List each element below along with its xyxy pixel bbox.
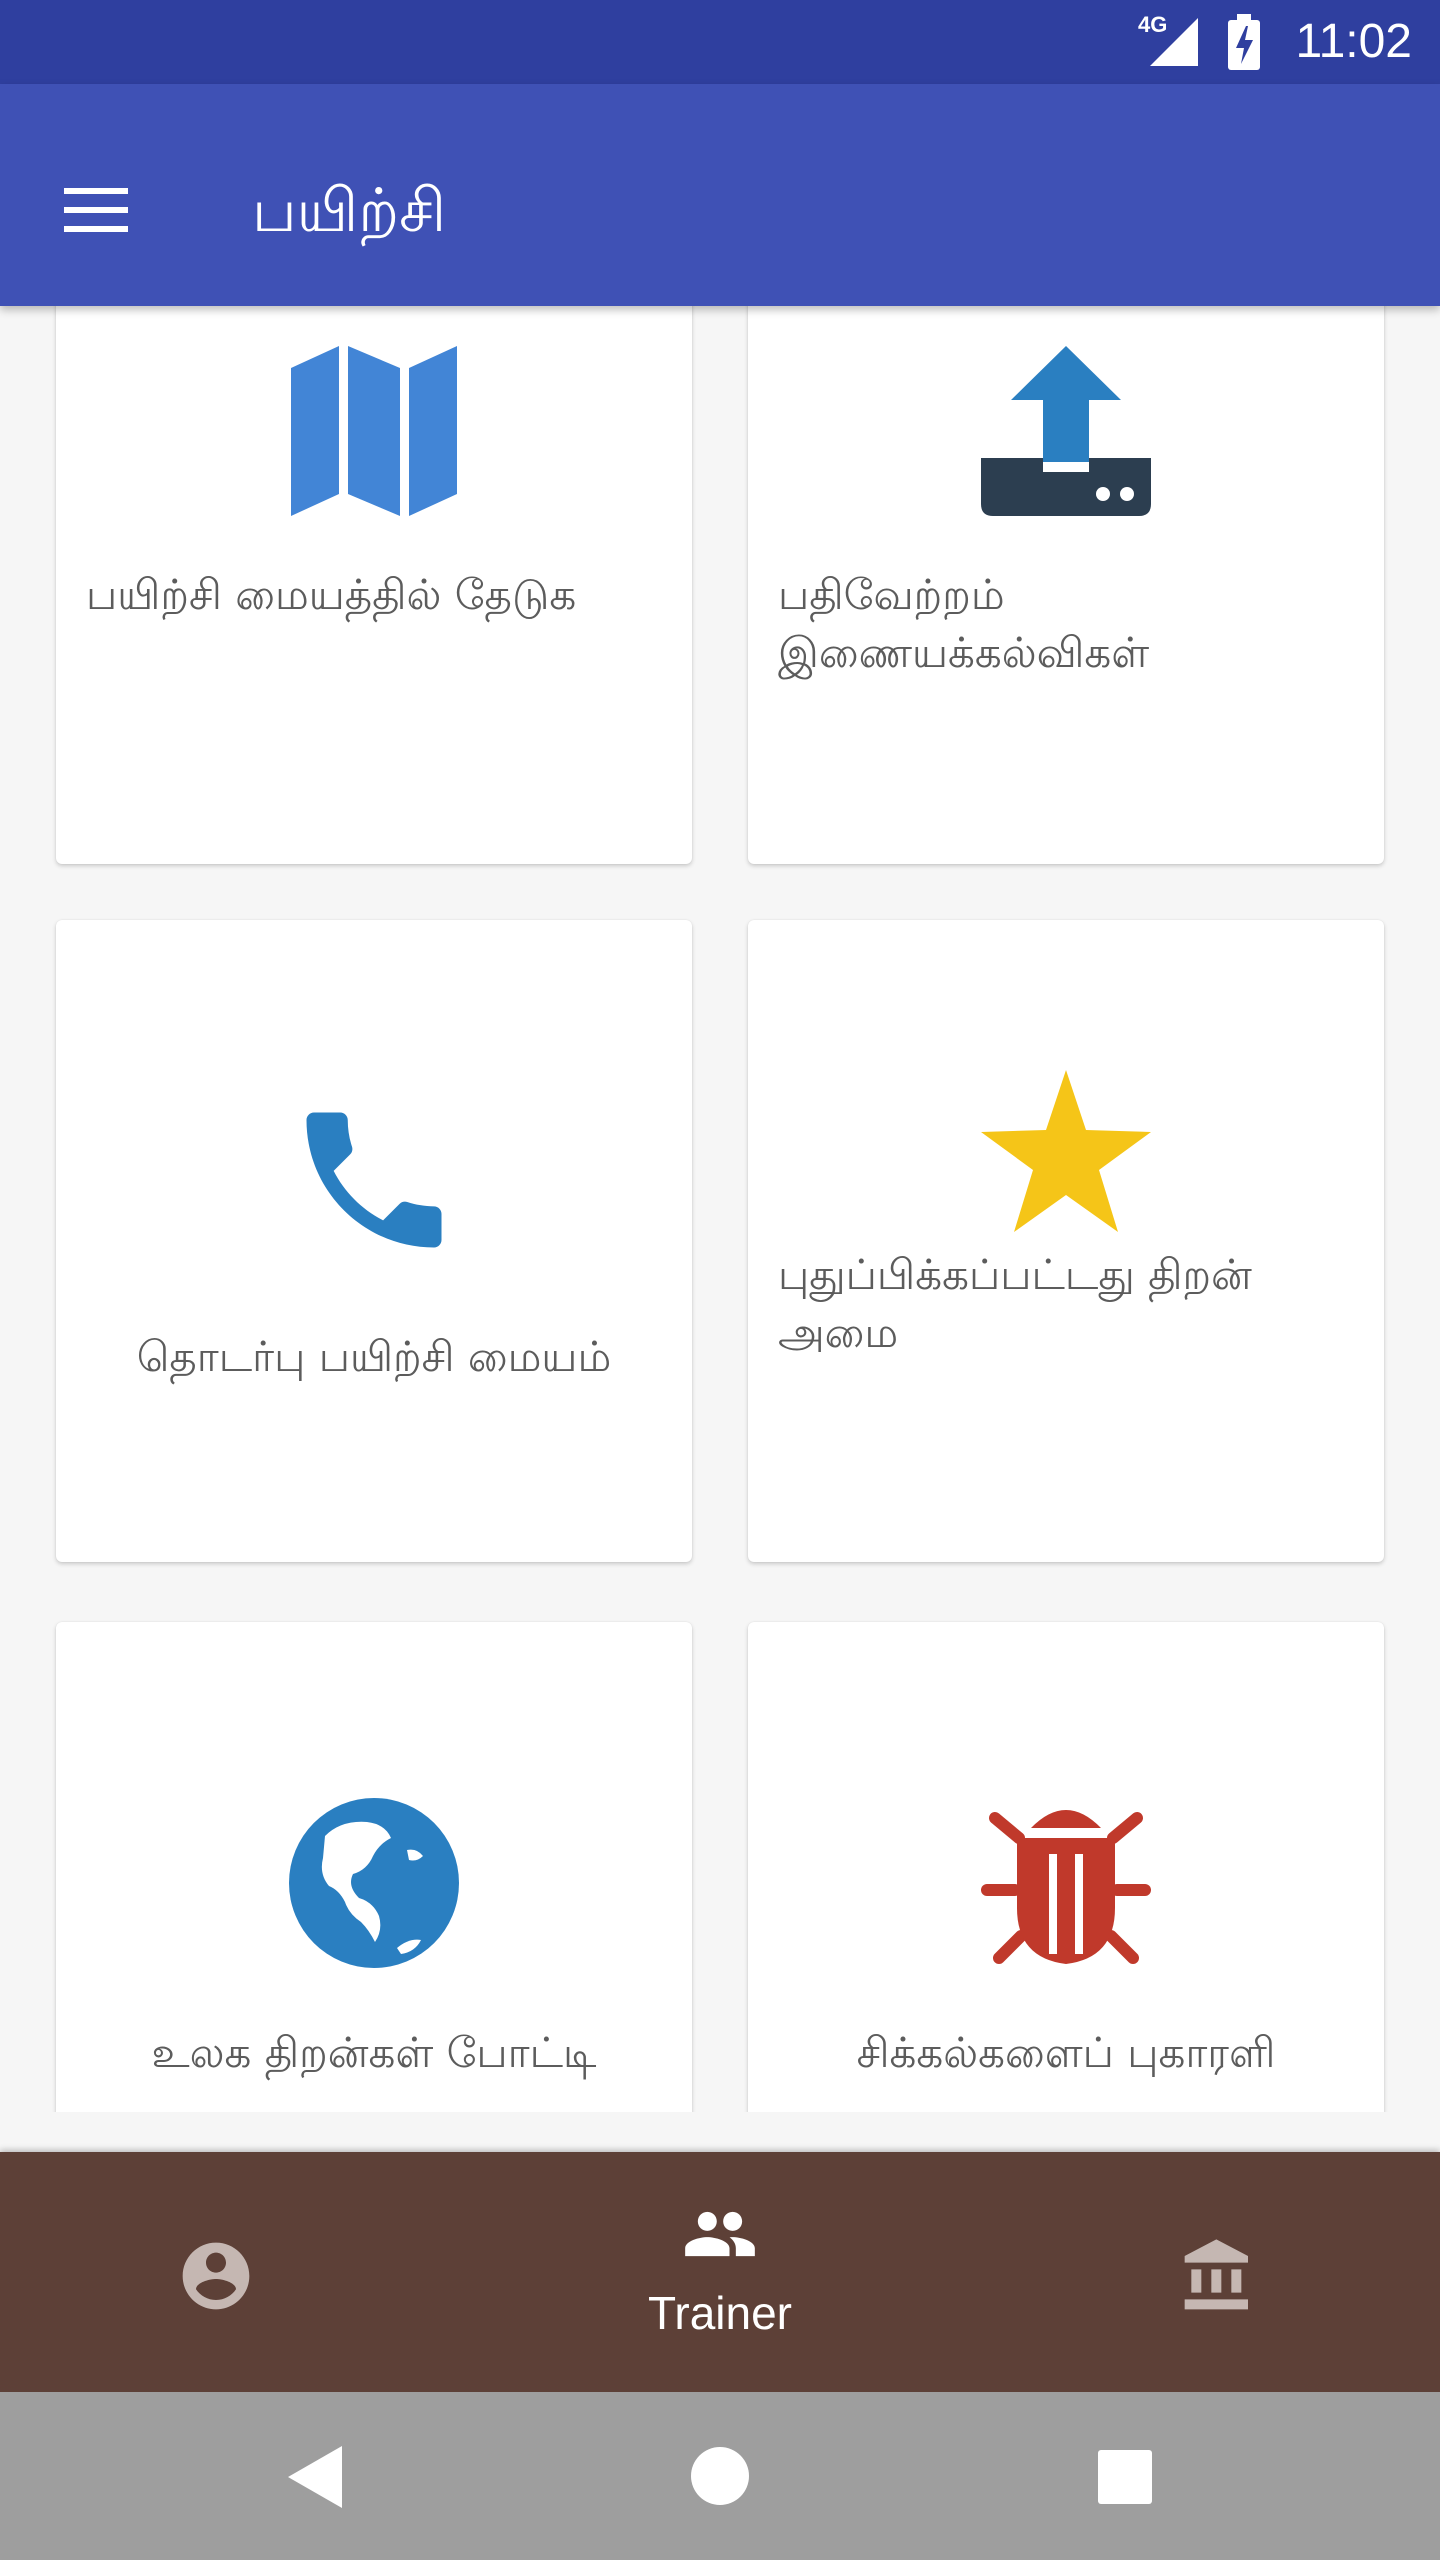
upload-icon xyxy=(981,346,1151,516)
phone-icon xyxy=(306,1112,442,1248)
nav-item-profile[interactable] xyxy=(0,2152,480,2392)
system-navigation-bar xyxy=(0,2392,1440,2560)
card-world-skills[interactable]: உலக திறன்கள் போட்டி xyxy=(56,1622,692,2112)
nav-item-trainer[interactable]: Trainer xyxy=(480,2152,960,2392)
people-icon xyxy=(685,2211,755,2257)
institution-icon xyxy=(1184,2239,1248,2310)
card-label: உலக திறன்கள் போட்டி xyxy=(151,2028,597,2077)
card-updated-skill-set[interactable]: புதுப்பிக்கப்பட்டது திறன் அமை xyxy=(748,920,1384,1562)
card-grid: பயிற்சி மையத்தில் தேடுக பதிவேற்றம் இணையக… xyxy=(0,306,1440,2112)
star-icon xyxy=(981,1070,1151,1232)
clock: 11:02 xyxy=(1295,15,1412,68)
map-icon xyxy=(291,346,457,516)
card-contact-center[interactable]: தொடர்பு பயிற்சி மையம் xyxy=(56,920,692,1562)
account-circle-icon xyxy=(182,2242,250,2310)
card-label: புதுப்பிக்கப்பட்டது திறன் அமை xyxy=(778,1250,1252,1357)
globe-icon xyxy=(289,1798,459,1968)
app-bar: பயிற்சி xyxy=(0,84,1440,306)
hamburger-menu-icon[interactable] xyxy=(54,178,138,242)
card-report-issues[interactable]: சிக்கல்களைப் புகாரளி xyxy=(748,1622,1384,2112)
battery-charging-icon xyxy=(1228,14,1260,70)
card-label: தொடர்பு பயிற்சி மையம் xyxy=(136,1332,612,1381)
nav-item-institution[interactable] xyxy=(960,2152,1440,2392)
bug-icon xyxy=(981,1810,1151,1964)
card-label: பயிற்சி மையத்தில் தேடுக xyxy=(86,570,577,619)
signal-icon xyxy=(1150,18,1198,66)
card-label: சிக்கல்களைப் புகாரளி xyxy=(856,2028,1276,2077)
card-upload-courses[interactable]: பதிவேற்றம் இணையக்கல்விகள் xyxy=(748,306,1384,864)
bottom-navigation: Trainer xyxy=(0,2152,1440,2392)
page-title: பயிற்சி xyxy=(252,176,447,246)
status-bar: 4G 11:02 xyxy=(0,0,1440,84)
recents-icon[interactable] xyxy=(1098,2450,1152,2504)
card-label: பதிவேற்றம் இணையக்கல்விகள் xyxy=(778,570,1150,677)
home-icon[interactable] xyxy=(690,2446,750,2506)
card-search-center[interactable]: பயிற்சி மையத்தில் தேடுக xyxy=(56,306,692,864)
back-icon[interactable] xyxy=(288,2446,342,2508)
nav-label-trainer: Trainer xyxy=(648,2287,792,2339)
